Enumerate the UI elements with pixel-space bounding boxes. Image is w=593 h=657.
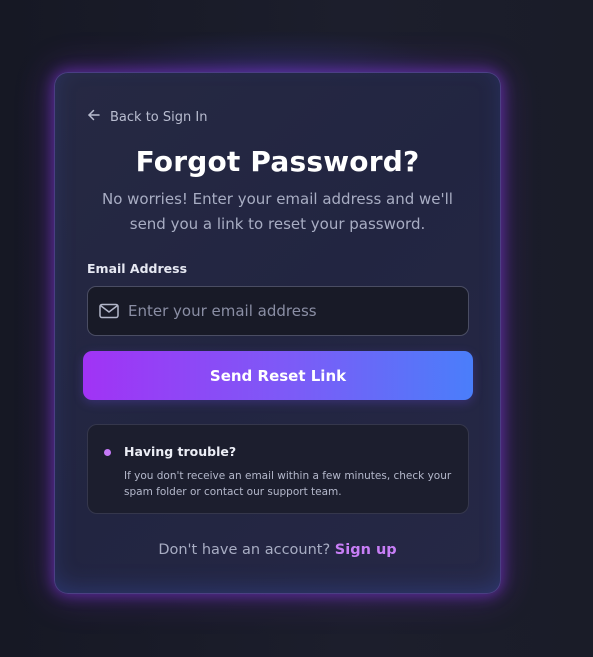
signup-row: Don't have an account? Sign up (55, 542, 500, 558)
back-to-sign-in-link[interactable]: Back to Sign In (87, 108, 207, 126)
help-box: Having trouble? If you don't receive an … (87, 424, 469, 514)
mail-icon (88, 303, 119, 319)
email-input[interactable] (128, 302, 468, 320)
page: Back to Sign In Forgot Password? No worr… (0, 0, 593, 657)
bullet-dot-icon (104, 449, 111, 456)
help-title: Having trouble? (124, 444, 237, 459)
forgot-password-card: Back to Sign In Forgot Password? No worr… (54, 72, 501, 594)
page-subtitle: No worries! Enter your email address and… (102, 190, 453, 233)
page-title: Forgot Password? (135, 145, 420, 178)
send-reset-link-button[interactable]: Send Reset Link (83, 351, 473, 400)
email-field-container[interactable] (87, 286, 469, 336)
arrow-left-icon (87, 108, 101, 126)
back-link-label: Back to Sign In (110, 109, 208, 125)
help-text: If you don't receive an email within a f… (124, 470, 452, 498)
signup-prompt: Don't have an account? (158, 542, 331, 558)
sign-up-link[interactable]: Sign up (335, 542, 397, 558)
email-label: Email Address (87, 261, 188, 276)
